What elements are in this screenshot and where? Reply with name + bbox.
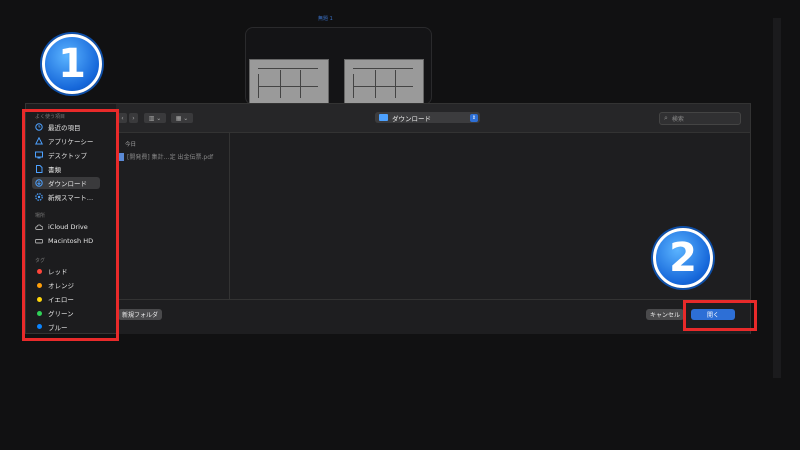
step-badge-2: 2 [653, 228, 713, 288]
group-header-today: 今日 [125, 142, 137, 148]
background-scrollbar[interactable] [773, 18, 781, 378]
new-folder-button[interactable]: 新規フォルダ [118, 309, 162, 320]
search-field[interactable]: ⌕ 検索 [659, 112, 741, 125]
page-thumbnail[interactable] [249, 59, 329, 105]
search-placeholder: 検索 [671, 116, 684, 123]
location-label: ダウンロード [392, 114, 431, 123]
open-file-dialog: よく使う項目 最近の項目 アプリケーシー デスクトップ 書類 ダウンロード 新規… [25, 103, 751, 334]
step-badge-1: 1 [42, 34, 102, 94]
group-button[interactable]: ▦ ⌄ [171, 113, 193, 123]
chevron-updown-icon: ⇕ [470, 113, 478, 122]
file-browser: 今日 [開発費] 集計…定 出金伝票.pdf [116, 133, 750, 299]
columns-view-icon: ▥ ⌄ [148, 114, 162, 122]
location-popup[interactable]: ダウンロード ⇕ [375, 112, 480, 123]
file-item[interactable]: [開発費] 集計…定 出金伝票.pdf [118, 151, 228, 162]
sidebar-highlight-box [22, 109, 119, 341]
chevron-left-icon: ‹ [121, 114, 124, 122]
search-icon: ⌕ [664, 114, 668, 122]
dialog-footer: 新規フォルダ キャンセル 開く [116, 299, 750, 334]
back-button[interactable]: ‹ [118, 113, 127, 123]
toolbar: ‹ › ▥ ⌄ ▦ ⌄ ダウンロード ⇕ ⌕ 検索 [116, 104, 750, 133]
forward-button[interactable]: › [129, 113, 138, 123]
chevron-right-icon: › [132, 114, 135, 122]
file-name: [開発費] 集計…定 出金伝票.pdf [127, 154, 214, 161]
open-button-highlight-box [683, 300, 757, 331]
folder-icon [379, 114, 388, 121]
cancel-button[interactable]: キャンセル [646, 309, 684, 320]
file-column: 今日 [開発費] 集計…定 出金伝票.pdf [116, 133, 230, 299]
background-window-title: 無題 1 [318, 16, 333, 22]
view-mode-button[interactable]: ▥ ⌄ [144, 113, 166, 123]
grid-icon: ▦ ⌄ [175, 114, 189, 122]
page-thumbnail[interactable] [344, 59, 424, 105]
